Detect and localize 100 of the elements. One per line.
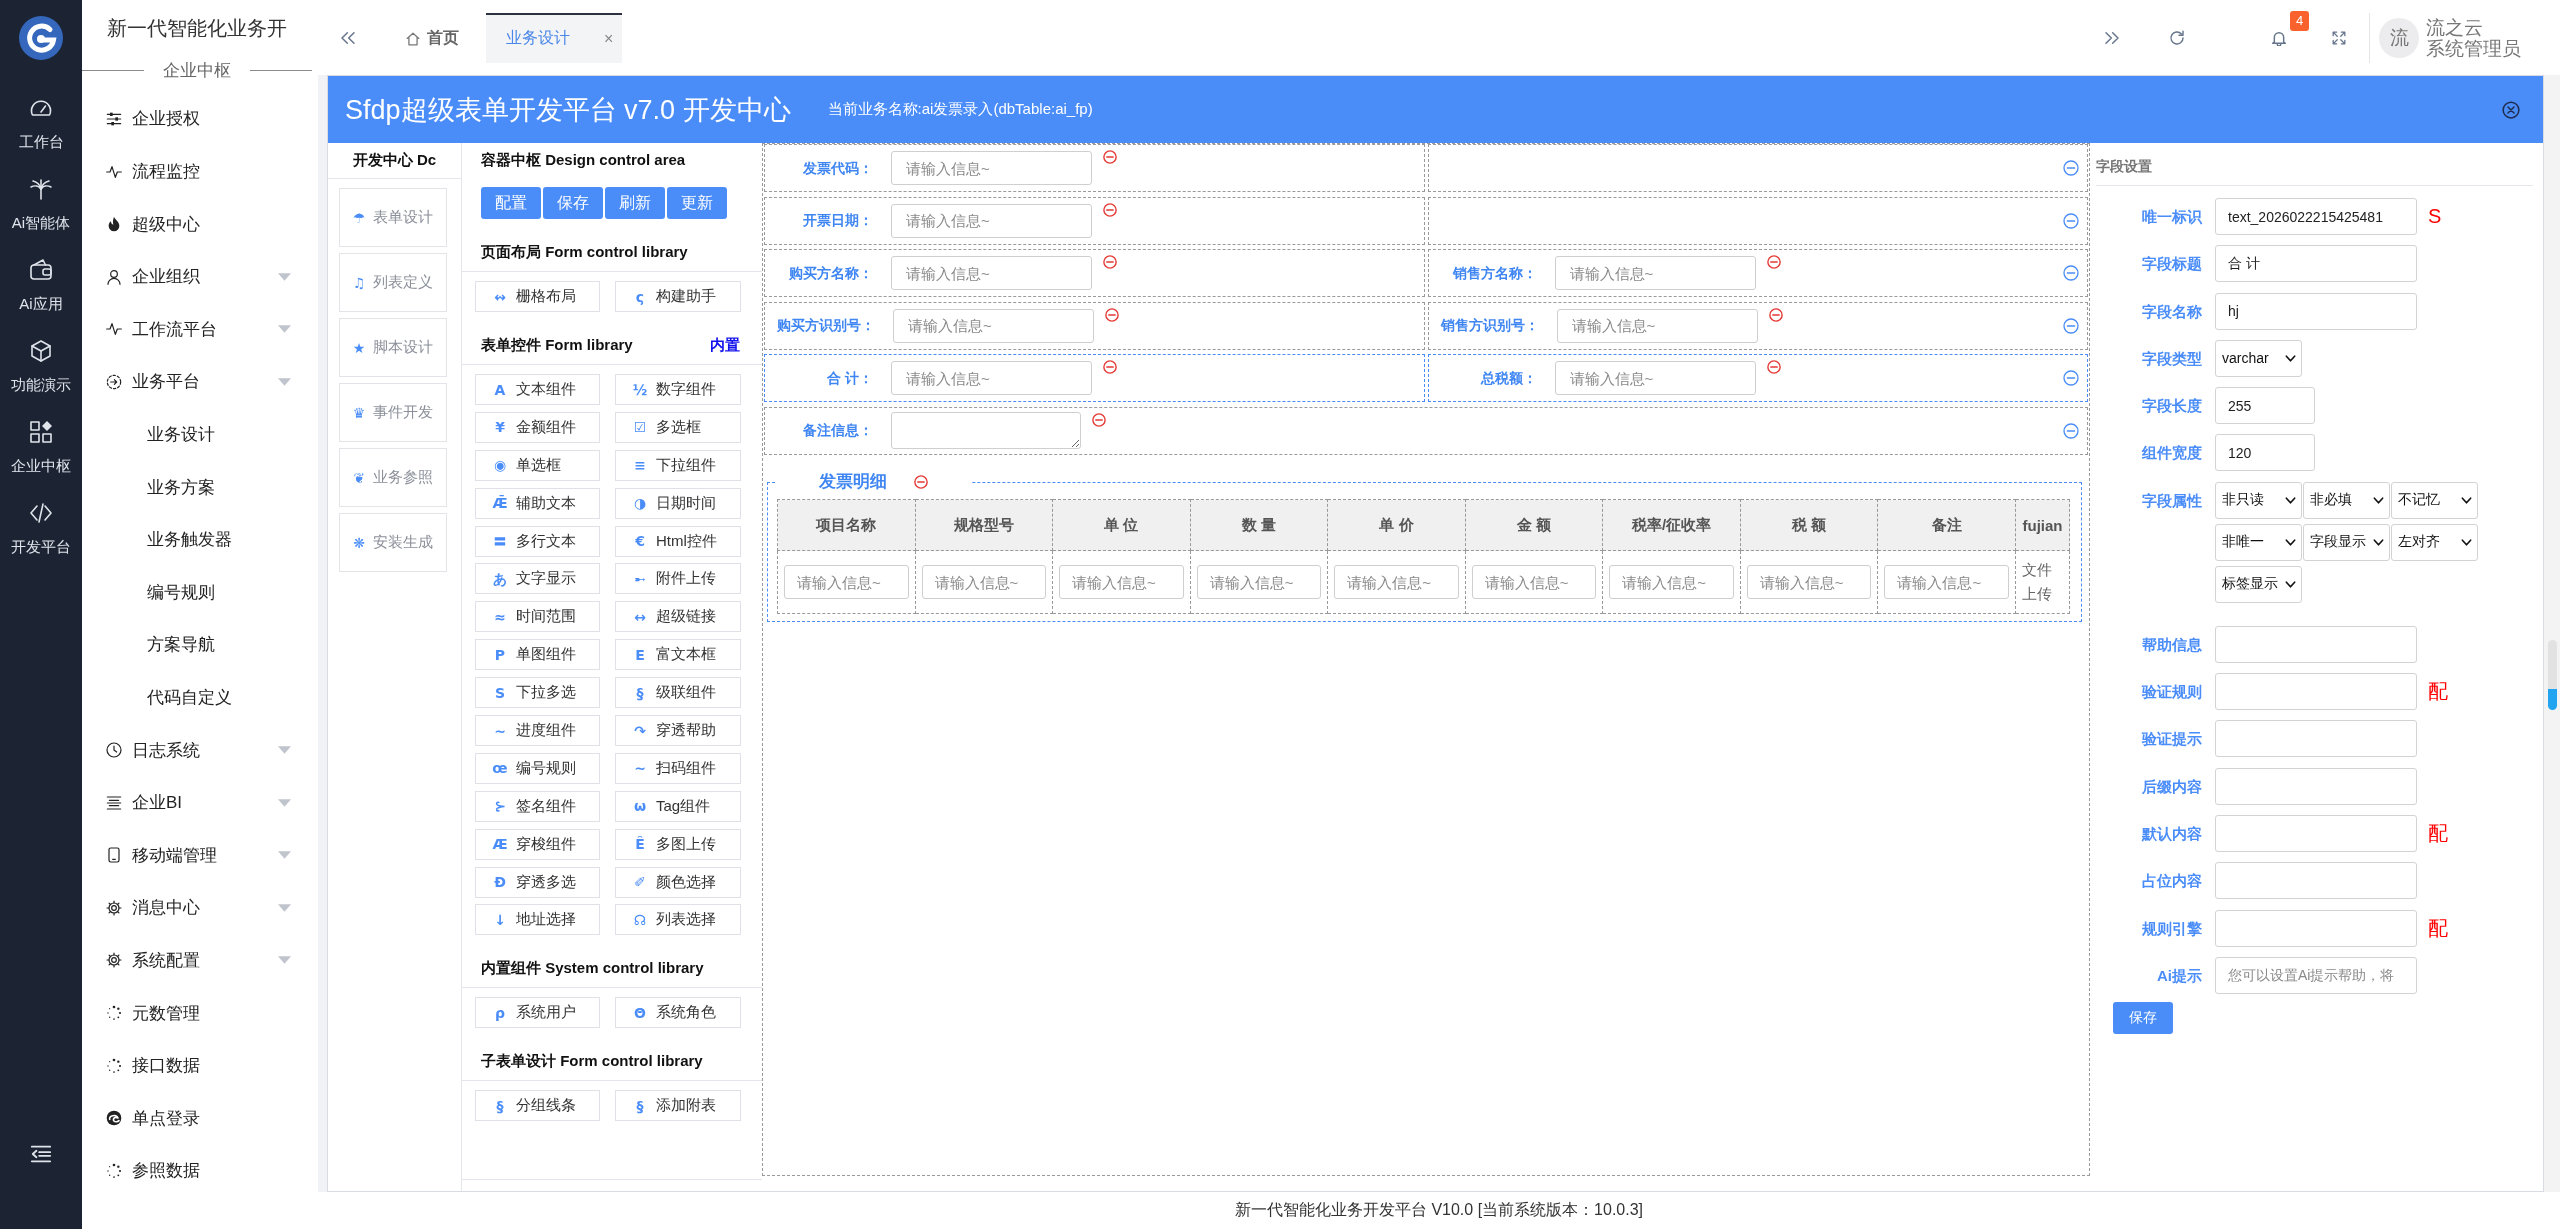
- control-button[interactable]: あ 文字显示: [475, 563, 600, 595]
- remove-icon[interactable]: [914, 475, 928, 489]
- select-field[interactable]: varchar: [2215, 339, 2302, 377]
- remove-row-icon[interactable]: [2063, 317, 2079, 334]
- menu-item[interactable]: 超级中心: [82, 197, 318, 251]
- remove-icon[interactable]: [1092, 412, 1106, 427]
- action-link[interactable]: 配: [2428, 909, 2448, 947]
- rail-item[interactable]: 功能演示: [0, 331, 82, 412]
- control-button[interactable]: ☊ 列表选择: [615, 904, 741, 936]
- remove-icon[interactable]: [1105, 307, 1119, 322]
- control-button[interactable]: ¥ 金额组件: [475, 411, 600, 443]
- menu-item[interactable]: 元数管理: [82, 986, 318, 1040]
- control-button[interactable]: € Html控件: [615, 525, 741, 557]
- action-link[interactable]: S: [2428, 198, 2442, 235]
- rail-item[interactable]: 工作台: [0, 88, 82, 169]
- control-button[interactable]: ~ 进度组件: [475, 715, 600, 746]
- remove-icon[interactable]: [1766, 255, 1781, 269]
- close-icon[interactable]: [2502, 100, 2520, 119]
- bell-icon[interactable]: [2271, 29, 2287, 46]
- menu-item[interactable]: 企业BI: [82, 776, 318, 829]
- rail-item[interactable]: 企业中枢: [0, 412, 82, 493]
- control-button[interactable]: ≈ 时间范围: [475, 601, 600, 633]
- remove-row-icon[interactable]: [2063, 160, 2079, 176]
- scrollbar-thumb[interactable]: [2548, 640, 2557, 710]
- input-field[interactable]: 请输入信息~: [1609, 565, 1734, 599]
- menu-item[interactable]: 消息中心: [82, 881, 318, 935]
- control-button[interactable]: ↭ 栅格布局: [475, 281, 600, 312]
- select-field[interactable]: 字段显示: [2303, 523, 2390, 561]
- control-button[interactable]: ρ 系统用户: [475, 997, 600, 1029]
- input-field[interactable]: 请输入信息~: [1196, 565, 1322, 599]
- number-field[interactable]: 255: [2215, 387, 2315, 425]
- input-field[interactable]: 请输入信息~: [891, 361, 1092, 395]
- expand-icon[interactable]: [2104, 29, 2120, 46]
- control-button[interactable]: œ 编号规则: [475, 752, 600, 784]
- control-button[interactable]: ◉ 单选框: [475, 449, 600, 481]
- menu-item[interactable]: 系统配置: [82, 934, 318, 987]
- remove-row-icon[interactable]: [2063, 370, 2079, 386]
- rail-item[interactable]: 开发平台: [0, 493, 82, 574]
- control-button[interactable]: ✐ 颜色选择: [615, 866, 741, 898]
- input-field[interactable]: 请输入信息~: [891, 151, 1092, 185]
- text-field[interactable]: hj: [2215, 292, 2417, 330]
- submenu-item[interactable]: 业务触发器: [82, 513, 318, 567]
- control-button[interactable]: Æ 穿梭组件: [475, 828, 600, 860]
- menu-item[interactable]: 工作流平台: [82, 303, 318, 356]
- control-button[interactable]: ~ 扫码组件: [615, 752, 741, 784]
- control-button[interactable]: A 文本组件: [475, 374, 600, 405]
- collapse-icon[interactable]: [340, 29, 356, 46]
- input-field[interactable]: 请输入信息~: [921, 565, 1047, 599]
- form-cell[interactable]: 购买方识别号： 请输入信息~: [764, 301, 1425, 350]
- page-tab[interactable]: 首页: [386, 12, 479, 63]
- rail-item[interactable]: Ai智能体: [0, 169, 82, 250]
- remove-icon[interactable]: [1103, 150, 1117, 164]
- control-button[interactable]: ➸ 附件上传: [615, 563, 741, 595]
- form-cell[interactable]: 备注信息：: [764, 406, 2088, 455]
- number-field[interactable]: 120: [2215, 434, 2315, 472]
- control-button[interactable]: § 添加附表: [615, 1090, 741, 1122]
- text-field[interactable]: text_2026022215425481: [2215, 198, 2417, 235]
- menu-item[interactable]: 参照数据: [82, 1144, 318, 1198]
- menu-item[interactable]: 企业授权: [82, 92, 318, 146]
- form-cell[interactable]: 发票代码： 请输入信息~: [764, 144, 1425, 192]
- text-field[interactable]: [2215, 673, 2417, 711]
- remove-row-icon[interactable]: [2063, 265, 2079, 281]
- text-field[interactable]: [2215, 814, 2417, 852]
- control-button[interactable]: S 下拉多选: [475, 677, 600, 709]
- menu-item[interactable]: 业务平台: [82, 355, 318, 409]
- input-field[interactable]: 请输入信息~: [1556, 308, 1758, 343]
- menu-item[interactable]: 接口数据: [82, 1039, 318, 1092]
- remove-icon[interactable]: [1103, 255, 1117, 269]
- input-field[interactable]: 请输入信息~: [1554, 361, 1756, 395]
- menu-item[interactable]: 流程监控: [82, 145, 318, 198]
- control-button[interactable]: ↷ 穿透帮助: [615, 715, 741, 746]
- input-field[interactable]: 请输入信息~: [1884, 565, 2009, 599]
- builtin-link[interactable]: 内置: [710, 335, 740, 355]
- collapse-menu-icon[interactable]: [30, 1143, 52, 1165]
- menu-item[interactable]: 移动端管理: [82, 829, 318, 882]
- control-button[interactable]: ≡ 下拉组件: [615, 449, 741, 481]
- form-cell[interactable]: 合 计： 请输入信息~: [764, 354, 1425, 402]
- remove-icon[interactable]: [1766, 360, 1781, 374]
- select-field[interactable]: 标签显示: [2215, 565, 2302, 603]
- remove-icon[interactable]: [1103, 360, 1117, 374]
- form-cell[interactable]: 购买方名称： 请输入信息~: [764, 249, 1425, 297]
- menu-item[interactable]: 企业组织: [82, 250, 318, 304]
- user-avatar[interactable]: 流: [2379, 17, 2419, 58]
- text-field[interactable]: [2215, 625, 2417, 663]
- control-button[interactable]: Ê 多图上传: [615, 828, 741, 860]
- select-field[interactable]: 非只读: [2215, 481, 2302, 519]
- control-button[interactable]: ☑ 多选框: [615, 411, 741, 443]
- submenu-item[interactable]: 方案导航: [82, 618, 318, 672]
- control-button[interactable]: ↔ 超级链接: [615, 601, 741, 633]
- control-button[interactable]: ς 构建助手: [615, 281, 741, 312]
- select-field[interactable]: 非必填: [2303, 481, 2390, 519]
- control-button[interactable]: ↓ 地址选择: [475, 904, 600, 936]
- control-button[interactable]: § 级联组件: [615, 677, 741, 709]
- submenu-item[interactable]: 编号规则: [82, 566, 318, 619]
- control-button[interactable]: Ǣ 辅助文本: [475, 487, 600, 519]
- menu-item[interactable]: 日志系统: [82, 723, 318, 777]
- control-button[interactable]: 〓 多行文本: [475, 525, 600, 557]
- control-button[interactable]: Đ 穿透多选: [475, 866, 600, 898]
- control-button[interactable]: Θ 系统角色: [615, 997, 741, 1029]
- input-field[interactable]: 请输入信息~: [1334, 565, 1459, 599]
